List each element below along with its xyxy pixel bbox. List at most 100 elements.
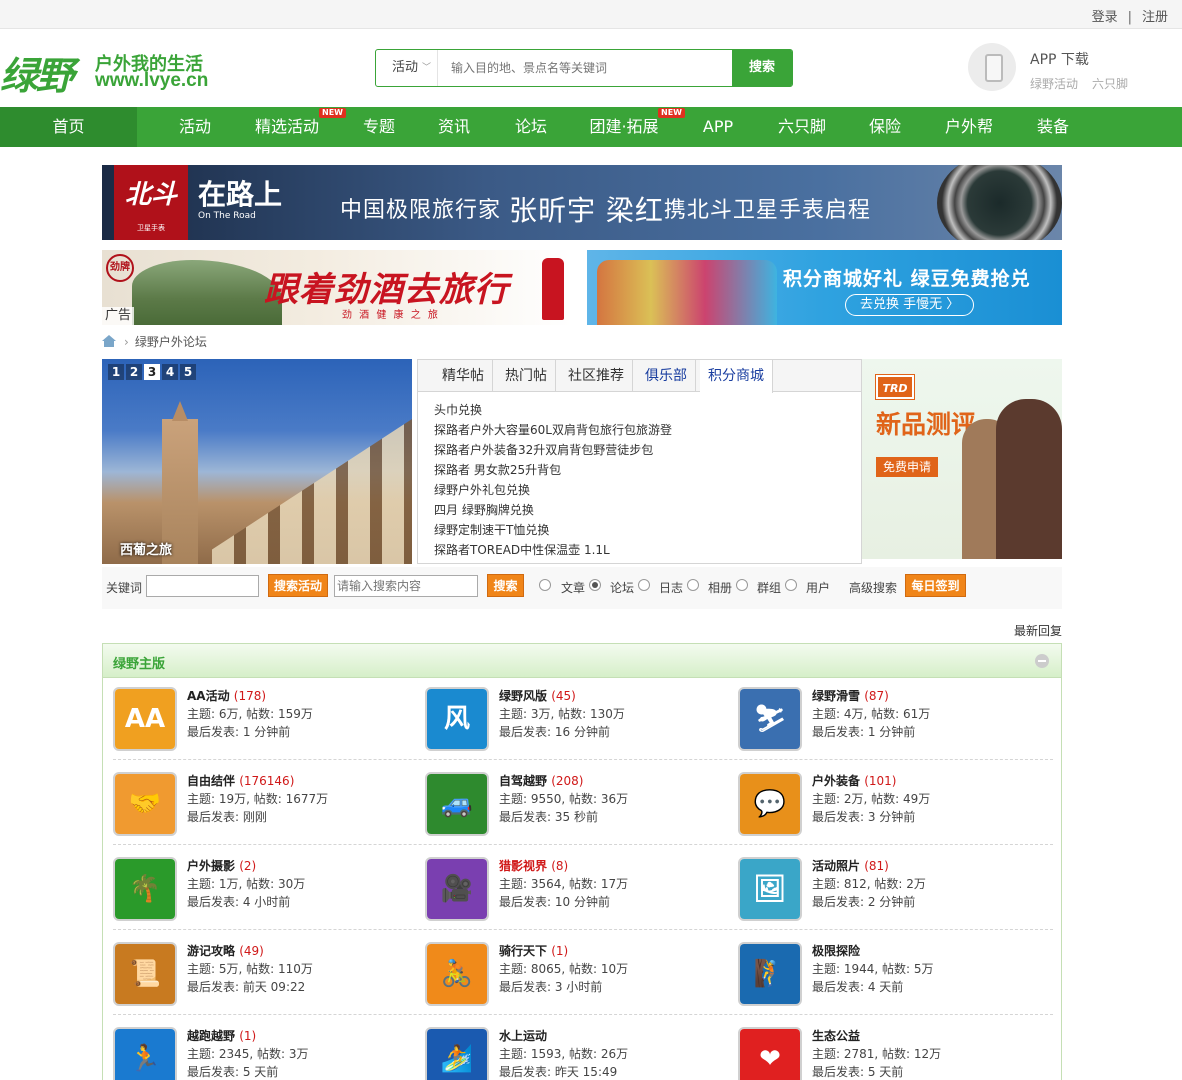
nav-home[interactable]: 首页: [0, 107, 137, 147]
board-name[interactable]: 骑行天下 (1): [499, 942, 568, 959]
list-item[interactable]: 绿野户外礼包兑换: [434, 480, 672, 500]
list-item[interactable]: 四月 绿野胸牌兑换: [434, 500, 672, 520]
radio-blog[interactable]: [638, 579, 650, 591]
board-name[interactable]: 水上运动: [499, 1027, 547, 1044]
nav-gear[interactable]: 装备: [1020, 107, 1086, 147]
keyword-input[interactable]: [146, 575, 259, 597]
search-input[interactable]: [439, 50, 733, 86]
home-icon[interactable]: [102, 335, 116, 347]
tab-hot[interactable]: 热门帖: [497, 360, 556, 392]
tab-recommend[interactable]: 社区推荐: [560, 360, 633, 392]
slider-caption[interactable]: 西葡之旅: [120, 539, 172, 558]
app-link-sixfoot[interactable]: 六只脚: [1092, 77, 1128, 91]
forum-board[interactable]: AA AA活动 (178) 主题: 6万, 帖数: 159万 最后发表: 1 分钟前: [113, 687, 425, 757]
breadcrumb-forum[interactable]: 绿野户外论坛: [135, 335, 207, 349]
forum-board[interactable]: 💬 户外装备 (101) 主题: 2万, 帖数: 49万 最后发表: 3 分钟前: [738, 772, 1050, 842]
radio-album[interactable]: [687, 579, 699, 591]
heart-icon[interactable]: ❤: [738, 1027, 802, 1080]
video-camera-icon[interactable]: 🎥: [425, 857, 489, 921]
forum-board[interactable]: 🤝 自由结伴 (176146) 主题: 19万, 帖数: 1677万 最后发表: 刚刚: [113, 772, 425, 842]
content-search-input[interactable]: [334, 575, 478, 597]
forum-board[interactable]: 🏄 水上运动 主题: 1593, 帖数: 26万 最后发表: 昨天 15:49: [425, 1027, 737, 1080]
forum-board[interactable]: 🎥 猎影视界 (8) 主题: 3564, 帖数: 17万 最后发表: 10 分钟前: [425, 857, 737, 927]
board-name[interactable]: 绿野滑雪 (87): [812, 687, 889, 704]
board-name[interactable]: AA活动 (178): [187, 687, 266, 704]
forum-board[interactable]: ⛷ 绿野滑雪 (87) 主题: 4万, 帖数: 61万 最后发表: 1 分钟前: [738, 687, 1050, 757]
handshake-icon[interactable]: 🤝: [113, 772, 177, 836]
board-name[interactable]: 猎影视界 (8): [499, 857, 568, 874]
aa-icon[interactable]: AA: [113, 687, 177, 751]
list-item[interactable]: 探路者户外大容量60L双肩背包旅行包旅游登: [434, 420, 672, 440]
slider-dot[interactable]: 5: [180, 364, 196, 380]
site-logo[interactable]: 绿野 户外我的生活 www.lvye.cn: [0, 47, 230, 98]
surf-icon[interactable]: 🏄: [425, 1027, 489, 1080]
forum-board[interactable]: 风 绿野风版 (45) 主题: 3万, 帖数: 130万 最后发表: 16 分钟前: [425, 687, 737, 757]
radio-article[interactable]: [539, 579, 551, 591]
chat-icon[interactable]: 💬: [738, 772, 802, 836]
watch-ad-banner[interactable]: 北斗 卫星手表 在路上 On The Road 中国极限旅行家 张昕宇 梁红携北斗卫…: [102, 165, 1062, 240]
list-item[interactable]: 头巾兑换: [434, 400, 672, 420]
forum-board[interactable]: 🧗 极限探险 主题: 1944, 帖数: 5万 最后发表: 4 天前: [738, 942, 1050, 1012]
jinjiu-ad-banner[interactable]: 劲牌 跟着劲酒去旅行 劲 酒 健 康 之 旅 广告: [102, 250, 572, 325]
forum-board[interactable]: 🚙 自驾越野 (208) 主题: 9550, 帖数: 36万 最后发表: 35 秒前: [425, 772, 737, 842]
forum-board[interactable]: 🌴 户外摄影 (2) 主题: 1万, 帖数: 30万 最后发表: 4 小时前: [113, 857, 425, 927]
advanced-search-link[interactable]: 高级搜索: [849, 579, 897, 596]
camera-palm-icon[interactable]: 🌴: [113, 857, 177, 921]
map-scroll-icon[interactable]: 📜: [113, 942, 177, 1006]
board-name[interactable]: 越跑越野 (1): [187, 1027, 256, 1044]
latest-reply-link[interactable]: 最新回复: [1014, 622, 1062, 639]
forum-board[interactable]: 🚴 骑行天下 (1) 主题: 8065, 帖数: 10万 最后发表: 3 小时前: [425, 942, 737, 1012]
runner-icon[interactable]: 🏃: [113, 1027, 177, 1080]
board-name[interactable]: 极限探险: [812, 942, 860, 959]
nav-topics[interactable]: 专题: [345, 107, 413, 147]
nav-app[interactable]: APP: [688, 107, 748, 147]
nav-news[interactable]: 资讯: [420, 107, 488, 147]
daily-checkin-button[interactable]: 每日签到: [905, 574, 966, 597]
forum-board[interactable]: 🖼 活动照片 (81) 主题: 812, 帖数: 2万 最后发表: 2 分钟前: [738, 857, 1050, 927]
forum-board[interactable]: 🏃 越跑越野 (1) 主题: 2345, 帖数: 3万 最后发表: 5 天前: [113, 1027, 425, 1080]
board-name[interactable]: 自由结伴 (176146): [187, 772, 294, 789]
forum-board[interactable]: 📜 游记攻略 (49) 主题: 5万, 帖数: 110万 最后发表: 前天 09:22: [113, 942, 425, 1012]
radio-group[interactable]: [736, 579, 748, 591]
board-name[interactable]: 活动照片 (81): [812, 857, 889, 874]
radio-forum[interactable]: [589, 579, 601, 591]
app-link-activity[interactable]: 绿野活动: [1030, 77, 1078, 91]
collapse-icon[interactable]: [1035, 654, 1049, 668]
product-review-promo[interactable]: TRD 新品测评 免费申请: [862, 359, 1062, 559]
slider-dot-active[interactable]: 3: [144, 364, 160, 380]
points-mall-banner[interactable]: 积分商城好礼 绿豆免费抢兑 去兑换 手慢无 〉: [587, 250, 1062, 325]
free-apply-button[interactable]: 免费申请: [876, 457, 938, 477]
climber-icon[interactable]: 🧗: [738, 942, 802, 1006]
ski-icon[interactable]: ⛷: [738, 687, 802, 751]
photo-slider[interactable]: 12345 西葡之旅: [102, 359, 412, 564]
board-name[interactable]: 自驾越野 (208): [499, 772, 583, 789]
tab-club[interactable]: 俱乐部: [637, 360, 696, 392]
search-category-select[interactable]: 活动 ﹀: [376, 50, 438, 86]
tab-points-mall[interactable]: 积分商城: [700, 360, 773, 393]
slider-dot[interactable]: 1: [108, 364, 124, 380]
tab-digest[interactable]: 精华帖: [434, 360, 493, 392]
board-name[interactable]: 绿野风版 (45): [499, 687, 576, 704]
content-search-button[interactable]: 搜索: [487, 574, 524, 597]
search-activity-button[interactable]: 搜索活动: [268, 574, 328, 597]
register-link[interactable]: 注册: [1142, 10, 1168, 25]
app-download-title[interactable]: APP 下载: [1030, 49, 1089, 69]
nav-activities[interactable]: 活动: [160, 107, 230, 147]
radio-user[interactable]: [785, 579, 797, 591]
list-item[interactable]: 探路者 男女款25升背包: [434, 460, 672, 480]
list-item[interactable]: 绿野定制速干T恤兑换: [434, 520, 672, 540]
search-button[interactable]: 搜索: [732, 49, 792, 87]
car-icon[interactable]: 🚙: [425, 772, 489, 836]
forum-board[interactable]: ❤ 生态公益 主题: 2781, 帖数: 12万 最后发表: 5 天前: [738, 1027, 1050, 1080]
nav-sixfoot[interactable]: 六只脚: [768, 107, 836, 147]
list-item[interactable]: 探路者户外装备32升双肩背包野营徒步包: [434, 440, 672, 460]
app-download[interactable]: APP 下载 绿野活动 六只脚: [968, 43, 1168, 93]
nav-featured[interactable]: 精选活动 NEW: [248, 107, 346, 147]
login-link[interactable]: 登录: [1092, 10, 1118, 25]
nav-insurance[interactable]: 保险: [852, 107, 918, 147]
nav-forum[interactable]: 论坛: [497, 107, 565, 147]
slider-dot[interactable]: 2: [126, 364, 142, 380]
nav-outdoor-help[interactable]: 户外帮: [935, 107, 1003, 147]
photo-icon[interactable]: 🖼: [738, 857, 802, 921]
list-item[interactable]: 探路者TOREAD中性保温壶 1.1L: [434, 540, 672, 560]
